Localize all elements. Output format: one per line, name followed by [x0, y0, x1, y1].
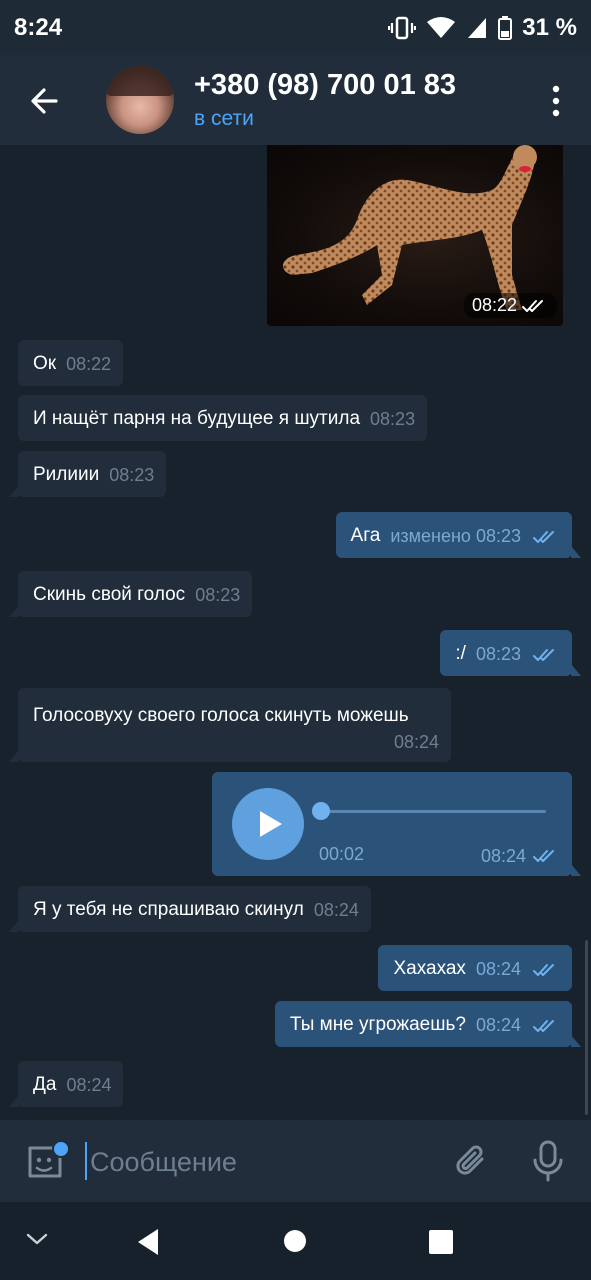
message-time: 08:24: [475, 1015, 521, 1035]
vibrate-icon: [388, 16, 417, 40]
voice-waveform[interactable]: [320, 810, 546, 813]
message-text: :/: [455, 643, 466, 664]
triangle-back-icon: [138, 1229, 158, 1255]
photo-meta: 08:22: [463, 293, 557, 318]
nav-hide-keyboard-button[interactable]: [26, 1232, 48, 1251]
message-meta: 08:24: [476, 1013, 560, 1037]
status-icons: 31 %: [388, 14, 577, 42]
voice-seek-handle[interactable]: [312, 802, 330, 820]
text-cursor: [85, 1142, 87, 1180]
voice-record-button[interactable]: [530, 1140, 566, 1187]
message-text: Рилиии: [33, 464, 100, 485]
notification-dot: [52, 1140, 70, 1158]
message-text: Ты мне угрожаешь?: [289, 1014, 466, 1035]
message-meta: 08:24: [476, 957, 560, 981]
outgoing-message[interactable]: :/ 08:23: [440, 630, 581, 676]
message-time: 08:23: [195, 585, 241, 605]
double-check-icon: [522, 299, 543, 312]
message-time: 08:23: [475, 644, 521, 664]
double-check-icon: [533, 531, 554, 544]
photo-message[interactable]: 08:22: [267, 145, 563, 326]
message-text: И нащёт парня на будущее я шутила: [33, 408, 361, 429]
message-meta: 08:24: [481, 844, 560, 868]
incoming-message[interactable]: Скинь свой голос 08:23: [8, 571, 253, 617]
status-bar: 8:24 31 %: [0, 0, 591, 55]
incoming-message[interactable]: Рилиии 08:23: [8, 451, 167, 497]
contact-name[interactable]: +380 (98) 700 01 83: [194, 69, 456, 102]
nav-home-button[interactable]: [284, 1230, 306, 1252]
avatar[interactable]: [106, 66, 174, 134]
more-vertical-icon: [552, 85, 560, 117]
message-text: Голосовуху своего голоса скинуть можешь: [33, 705, 409, 726]
voice-message[interactable]: 00:02 08:24: [212, 772, 581, 876]
outgoing-message[interactable]: Ты мне угрожаешь? 08:24: [274, 1001, 582, 1047]
double-check-icon: [533, 850, 554, 862]
message-time: 08:24: [475, 959, 521, 979]
chat-header: +380 (98) 700 01 83 в сети: [0, 55, 591, 145]
message-text: Скинь свой голос: [33, 584, 186, 605]
online-status: в сети: [194, 107, 254, 130]
message-time: 08:24: [393, 732, 439, 752]
nav-recents-button[interactable]: [429, 1230, 453, 1254]
message-time: 08:23: [109, 465, 155, 485]
incoming-message[interactable]: Голосовуху своего голоса скинуть можешь …: [9, 688, 451, 762]
arrow-left-icon: [31, 88, 58, 114]
more-menu-button[interactable]: [551, 85, 561, 117]
message-meta: изменено 08:23: [390, 524, 560, 548]
scrollbar[interactable]: [585, 940, 588, 1115]
voice-duration: 00:02: [319, 844, 365, 864]
battery-level: 31 %: [522, 14, 577, 41]
message-time: 08:22: [471, 295, 517, 315]
nav-back-button[interactable]: [136, 1228, 160, 1261]
incoming-message[interactable]: Ок 08:22: [18, 340, 124, 386]
message-text: Ок: [33, 353, 57, 374]
message-time: 08:23: [475, 526, 521, 546]
message-input[interactable]: [88, 1140, 432, 1184]
signal-icon: [466, 16, 488, 40]
incoming-message[interactable]: Да 08:24: [8, 1061, 124, 1107]
play-button[interactable]: [232, 788, 304, 860]
double-check-icon: [533, 1020, 554, 1033]
message-time: 08:24: [66, 1075, 112, 1095]
system-navigation-bar: [0, 1202, 591, 1280]
chevron-down-icon: [26, 1233, 48, 1245]
wifi-icon: [426, 16, 456, 40]
play-icon: [260, 811, 282, 837]
microphone-icon: [533, 1140, 563, 1182]
message-list[interactable]: 08:22 Ок 08:22 И нащёт парня на будущее я…: [0, 145, 591, 1120]
double-check-icon: [533, 649, 554, 662]
incoming-message[interactable]: Я у тебя не спрашиваю скинул 08:24: [9, 886, 371, 932]
message-time: 08:24: [480, 846, 526, 866]
outgoing-message[interactable]: Хахахах 08:24: [378, 945, 572, 991]
message-text: Я у тебя не спрашиваю скинул: [33, 899, 304, 920]
message-time: 08:23: [370, 409, 416, 429]
attach-button[interactable]: [452, 1142, 492, 1187]
message-text: Ага: [350, 525, 381, 546]
message-meta: 08:23: [476, 642, 560, 666]
message-time: 08:24: [313, 900, 359, 920]
edited-label: изменено: [390, 526, 471, 546]
message-text: Да: [33, 1074, 57, 1095]
outgoing-message[interactable]: Ага изменено 08:23: [335, 512, 582, 558]
status-time: 8:24: [14, 14, 63, 41]
double-check-icon: [533, 964, 554, 977]
paperclip-icon: [456, 1145, 484, 1175]
message-text: Хахахах: [393, 958, 466, 979]
battery-icon: [498, 16, 513, 40]
back-button[interactable]: [26, 83, 62, 119]
message-input-bar: [0, 1120, 591, 1202]
message-time: 08:22: [66, 354, 112, 374]
incoming-message[interactable]: И нащёт парня на будущее я шутила 08:23: [18, 395, 428, 441]
